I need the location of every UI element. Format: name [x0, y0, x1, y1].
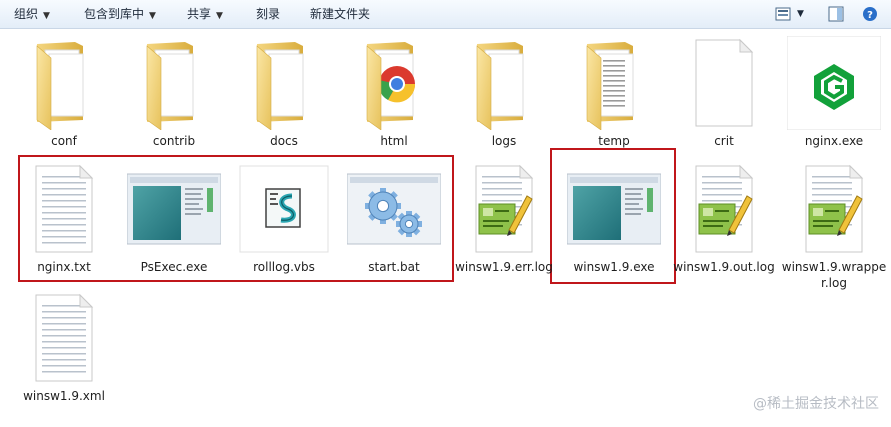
- share-label: 共享: [187, 7, 212, 21]
- file-item[interactable]: crit: [670, 36, 778, 161]
- chevron-down-icon: ▼: [149, 11, 156, 21]
- file-name-label: contrib: [152, 134, 196, 148]
- file-name-label: winsw1.9.out.log: [673, 260, 775, 274]
- file-item[interactable]: rolllog.vbs: [230, 162, 338, 287]
- file-item[interactable]: logs: [450, 36, 558, 161]
- file-item[interactable]: nginx.txt: [10, 162, 118, 287]
- file-item[interactable]: start.bat: [340, 162, 448, 287]
- nginx-icon: [786, 35, 882, 131]
- log-file-icon: [457, 162, 551, 256]
- log-file-icon: [787, 162, 881, 256]
- text-file-icon: [17, 162, 111, 256]
- organize-menu[interactable]: 组织 ▼: [14, 0, 50, 28]
- file-item[interactable]: winsw1.9.wrapper.log: [780, 162, 888, 290]
- text-file-icon: [17, 291, 111, 385]
- file-item[interactable]: contrib: [120, 36, 228, 161]
- file-item[interactable]: nginx.exe: [780, 35, 888, 161]
- vbscript-icon: [237, 162, 331, 256]
- file-name-label: rolllog.vbs: [253, 260, 315, 274]
- blank-file-icon: [677, 36, 771, 130]
- file-name-label: start.bat: [368, 260, 420, 274]
- application-window-icon: [126, 162, 222, 256]
- file-name-label: winsw1.9.exe: [573, 260, 655, 274]
- file-item[interactable]: PsExec.exe: [120, 162, 228, 287]
- file-name-label: conf: [51, 134, 77, 148]
- file-item[interactable]: conf: [10, 36, 118, 161]
- organize-label: 组织: [14, 7, 39, 21]
- folder-icon: [457, 36, 551, 131]
- preview-pane-icon[interactable]: [828, 6, 844, 22]
- file-name-label: winsw1.9.err.log: [455, 260, 553, 274]
- file-item[interactable]: docs: [230, 36, 338, 161]
- file-name-label: winsw1.9.xml: [23, 389, 105, 403]
- application-window-icon: [566, 162, 662, 256]
- folder-icon: [17, 36, 111, 131]
- file-name-label: docs: [270, 134, 298, 148]
- file-item[interactable]: temp: [560, 36, 668, 161]
- file-item[interactable]: winsw1.9.err.log: [450, 162, 558, 287]
- new-folder-button[interactable]: 新建文件夹: [310, 0, 370, 28]
- gears-icon: [346, 162, 442, 256]
- burn-label: 刻录: [256, 7, 281, 21]
- command-bar: 组织 ▼ 包含到库中 ▼ 共享 ▼ 刻录 新建文件夹 ▼ ?: [0, 0, 891, 29]
- file-name-label: nginx.txt: [37, 260, 91, 274]
- chevron-down-icon: ▼: [216, 11, 223, 21]
- help-icon[interactable]: ?: [862, 6, 878, 22]
- chevron-down-icon: ▼: [43, 11, 50, 21]
- folder-icon: [127, 36, 221, 131]
- chrome-folder-icon: [347, 36, 441, 131]
- file-item[interactable]: winsw1.9.out.log: [670, 162, 778, 287]
- file-name-label: html: [380, 134, 408, 148]
- view-options-icon[interactable]: [775, 6, 791, 22]
- include-in-library-label: 包含到库中: [84, 7, 145, 21]
- log-file-icon: [677, 162, 771, 256]
- documents-folder-icon: [567, 36, 661, 131]
- file-item[interactable]: winsw1.9.xml: [10, 291, 118, 416]
- file-item[interactable]: html: [340, 36, 448, 161]
- include-in-library-menu[interactable]: 包含到库中 ▼: [84, 0, 156, 28]
- new-folder-label: 新建文件夹: [310, 7, 371, 21]
- svg-text:?: ?: [867, 10, 873, 21]
- file-name-label: winsw1.9.wrapper.log: [781, 260, 887, 290]
- file-name-label: nginx.exe: [804, 134, 864, 148]
- folder-icon: [237, 36, 331, 131]
- watermark: @稀土掘金技术社区: [753, 396, 879, 412]
- file-item[interactable]: winsw1.9.exe: [560, 162, 668, 287]
- file-name-label: temp: [598, 134, 630, 148]
- file-name-label: crit: [714, 134, 734, 148]
- burn-button[interactable]: 刻录: [256, 0, 280, 28]
- file-name-label: logs: [491, 134, 517, 148]
- file-name-label: PsExec.exe: [140, 260, 208, 274]
- chevron-down-icon[interactable]: ▼: [797, 0, 804, 28]
- share-menu[interactable]: 共享 ▼: [187, 0, 223, 28]
